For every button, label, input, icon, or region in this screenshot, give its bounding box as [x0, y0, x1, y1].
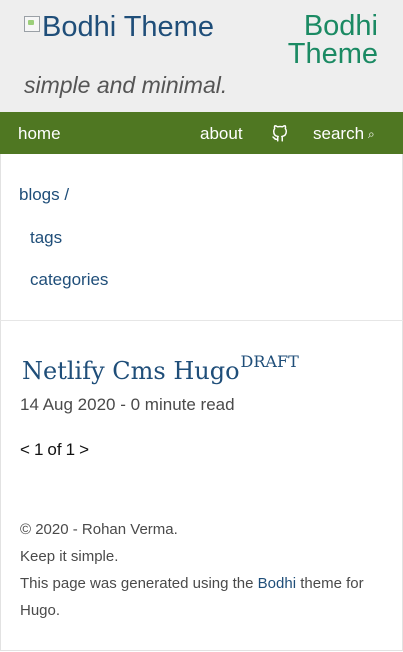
- post-date: 14 Aug 2020: [20, 395, 116, 414]
- nav-search-label: search: [313, 124, 365, 143]
- nav-about-link[interactable]: about: [200, 112, 243, 154]
- draft-badge: DRAFT: [240, 352, 299, 371]
- search-icon: ⌕: [368, 127, 375, 141]
- footer-generated: This page was generated using the Bodhi …: [20, 570, 390, 624]
- footer-generated-prefix: This page was generated using the: [20, 575, 254, 592]
- pager-current: 1: [33, 440, 44, 459]
- pager-of: of: [47, 440, 62, 459]
- pager-prev-button[interactable]: <: [20, 440, 30, 459]
- footer-copyright: © 2020 - Rohan Verma.: [20, 521, 178, 538]
- github-icon[interactable]: [271, 112, 291, 154]
- main-navbar: home about search ⌕: [0, 112, 403, 154]
- post-title: Netlify Cms Hugo: [22, 357, 240, 385]
- breadcrumb-separator: /: [64, 185, 70, 204]
- logo-alt-text: Bodhi Theme: [42, 11, 214, 43]
- breadcrumb: blogs /: [19, 185, 69, 205]
- site-tagline: simple and minimal.: [24, 72, 228, 98]
- bodhi-theme-link[interactable]: Bodhi: [258, 575, 296, 592]
- categories-link[interactable]: categories: [30, 270, 108, 290]
- footer-motto: Keep it simple.: [20, 548, 119, 565]
- site-title[interactable]: Bodhi Theme: [248, 12, 378, 69]
- nav-search-link[interactable]: search ⌕: [313, 112, 375, 154]
- broken-image-icon: [24, 16, 40, 32]
- post-meta: 14 Aug 2020 - 0 minute read: [20, 395, 235, 415]
- pager-total: 1: [65, 440, 76, 459]
- site-logo[interactable]: Bodhi Theme: [24, 12, 214, 42]
- tags-link[interactable]: tags: [30, 228, 62, 248]
- post-read-time: 0 minute read: [130, 395, 235, 414]
- breadcrumb-blogs-link[interactable]: blogs: [19, 185, 60, 204]
- post-title-link[interactable]: Netlify Cms HugoDRAFT: [22, 352, 299, 385]
- taxonomy-links: blogs / tags categories: [0, 154, 403, 321]
- post-meta-separator: -: [120, 395, 126, 414]
- nav-home-link[interactable]: home: [18, 112, 61, 154]
- site-header: Bodhi Theme Bodhi Theme simple and minim…: [0, 0, 403, 112]
- pager-next-button[interactable]: >: [79, 440, 89, 459]
- pagination: <1 of 1 >: [20, 440, 93, 460]
- site-footer: © 2020 - Rohan Verma. Keep it simple. Th…: [20, 516, 390, 624]
